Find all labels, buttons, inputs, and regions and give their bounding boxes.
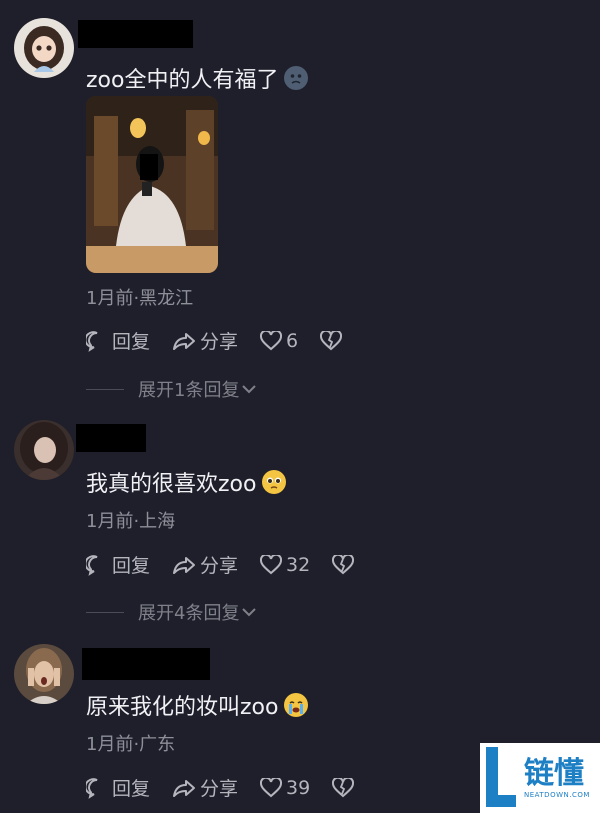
reply-label: 回复 <box>112 331 151 353</box>
reply-bubble-icon <box>86 330 98 352</box>
heart-icon <box>260 777 283 797</box>
watermark: 链懂 NEATDOWN.COM <box>480 743 600 813</box>
comment-meta: 1月前·黑龙江 <box>86 288 194 309</box>
reply-button[interactable]: 回复 <box>86 551 150 578</box>
share-button[interactable]: 分享 <box>172 551 238 578</box>
chevron-down-icon <box>242 385 257 394</box>
like-count: 6 <box>286 329 299 352</box>
like-button[interactable]: 32 <box>260 554 310 576</box>
heart-icon <box>260 330 283 350</box>
avatar[interactable] <box>14 644 74 704</box>
dislike-button[interactable] <box>332 554 358 575</box>
share-button[interactable]: 分享 <box>172 774 238 801</box>
heart-icon <box>260 554 283 574</box>
broken-heart-icon <box>320 330 343 350</box>
username-redacted[interactable] <box>76 424 146 452</box>
sad-face-emoji-icon <box>284 66 309 90</box>
divider-line <box>86 611 124 613</box>
share-arrow-icon <box>173 332 196 350</box>
reply-bubble-icon <box>86 777 98 799</box>
avatar[interactable] <box>14 420 74 480</box>
share-label: 分享 <box>200 331 239 353</box>
watermark-sub-text: NEATDOWN.COM <box>524 791 590 799</box>
comment-text: 原来我化的妆叫zoo <box>86 689 309 721</box>
comment-text-content: zoo全中的人有福了 <box>86 68 279 93</box>
comment-photo[interactable] <box>86 96 218 273</box>
like-count: 32 <box>286 553 311 576</box>
username-redacted[interactable] <box>78 20 193 48</box>
expand-replies[interactable]: 展开1条回复 <box>86 376 257 402</box>
broken-heart-icon <box>332 554 355 574</box>
comment-text: zoo全中的人有福了 <box>86 62 309 94</box>
reply-label: 回复 <box>112 778 151 800</box>
comment-text-content: 我真的很喜欢zoo <box>86 472 257 497</box>
watermark-main-text: 链懂 <box>524 756 584 791</box>
share-label: 分享 <box>200 778 239 800</box>
pleading-face-emoji-icon <box>262 470 287 494</box>
share-label: 分享 <box>200 555 239 577</box>
avatar[interactable] <box>14 18 74 78</box>
broken-heart-icon <box>332 777 355 797</box>
comment-meta: 1月前·上海 <box>86 511 176 532</box>
reply-button[interactable]: 回复 <box>86 327 150 354</box>
like-button[interactable]: 39 <box>260 777 310 799</box>
comment-1: zoo全中的人有福了 1月前·黑龙江 回复 分享 6 展开1条回复 <box>0 0 600 402</box>
comment-actions: 回复 分享 39 <box>86 774 380 801</box>
comment-actions: 回复 分享 6 <box>86 327 368 354</box>
expand-replies-label: 展开1条回复 <box>138 380 240 401</box>
chevron-down-icon <box>242 608 257 617</box>
comment-text: 我真的很喜欢zoo <box>86 466 287 498</box>
share-button[interactable]: 分享 <box>172 327 238 354</box>
share-arrow-icon <box>173 779 196 797</box>
reply-label: 回复 <box>112 555 151 577</box>
watermark-logo-icon <box>486 747 516 807</box>
crying-face-emoji-icon <box>284 693 309 717</box>
share-arrow-icon <box>173 556 196 574</box>
like-button[interactable]: 6 <box>260 330 298 352</box>
dislike-button[interactable] <box>332 777 358 798</box>
expand-replies[interactable]: 展开4条回复 <box>86 599 257 625</box>
comment-actions: 回复 分享 32 <box>86 551 380 578</box>
reply-button[interactable]: 回复 <box>86 774 150 801</box>
divider-line <box>86 388 124 390</box>
comment-meta: 1月前·广东 <box>86 734 176 755</box>
dislike-button[interactable] <box>320 330 346 351</box>
expand-replies-label: 展开4条回复 <box>138 603 240 624</box>
username-redacted[interactable] <box>82 648 210 680</box>
comment-text-content: 原来我化的妆叫zoo <box>86 695 279 720</box>
reply-bubble-icon <box>86 554 98 576</box>
like-count: 39 <box>286 776 311 799</box>
